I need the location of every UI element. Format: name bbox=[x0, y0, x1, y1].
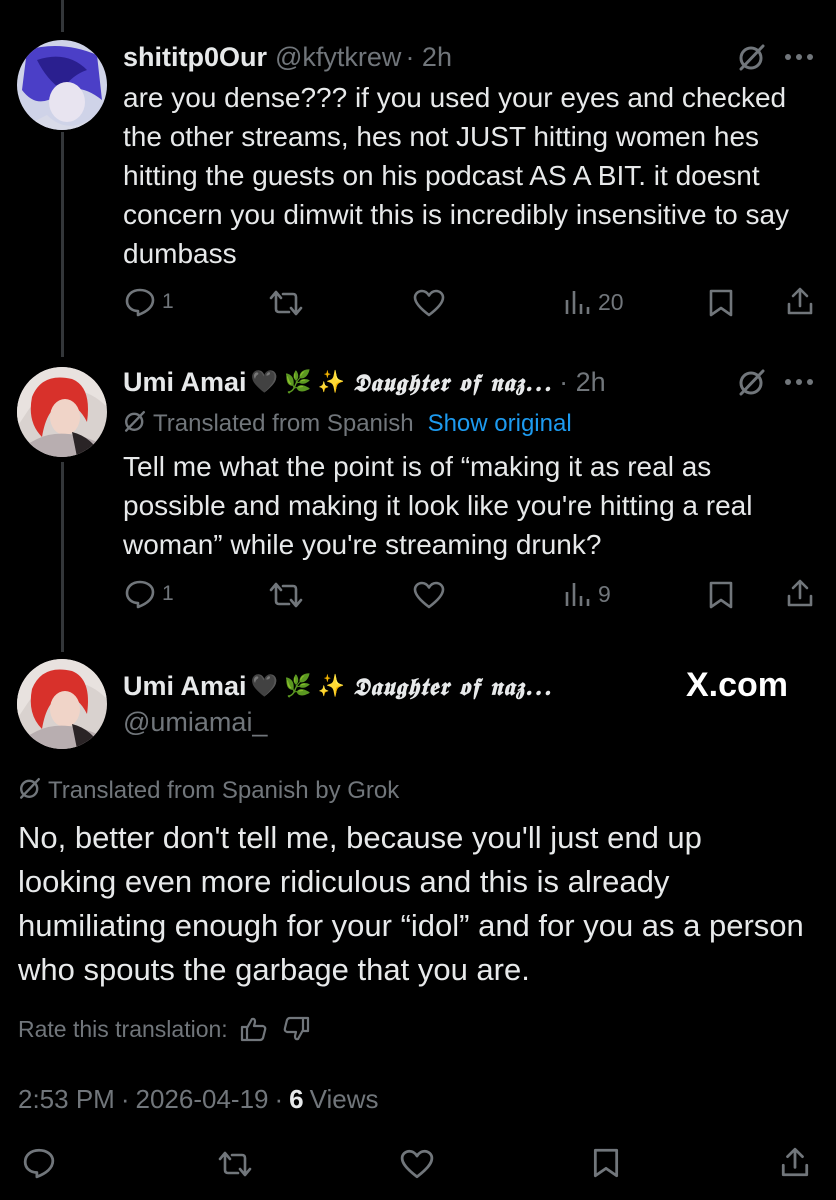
main-text: No, better don't tell me, because you'll… bbox=[18, 820, 804, 987]
reply1-share-button[interactable] bbox=[786, 286, 814, 316]
reply2-views-button[interactable]: 9 bbox=[564, 580, 611, 608]
reply2-share-button[interactable] bbox=[786, 578, 814, 608]
reply2-name-fancy: 𝕯𝖆𝖚𝖌𝖍𝖙𝖊𝖗 𝖔𝖋 𝖓𝖆𝖟... bbox=[352, 367, 554, 397]
main-header: Umi Amai 🖤 🌿 ✨ 𝕯𝖆𝖚𝖌𝖍𝖙𝖊𝖗 𝖔𝖋 𝖓𝖆𝖟... bbox=[123, 668, 553, 704]
reply1-like-button[interactable] bbox=[413, 289, 445, 317]
retweet-icon bbox=[218, 1149, 252, 1179]
bookmark-icon bbox=[708, 288, 734, 318]
meta-separator: · bbox=[274, 1083, 284, 1114]
reply-icon bbox=[124, 579, 156, 609]
thread-line-reply1 bbox=[61, 132, 64, 357]
retweet-icon bbox=[269, 581, 303, 609]
reply2-reply-button[interactable]: 1 bbox=[124, 579, 174, 609]
x-watermark: X.com bbox=[686, 666, 789, 704]
rate-translation-label: Rate this translation: bbox=[18, 1015, 228, 1042]
retweet-icon bbox=[269, 289, 303, 317]
reply1-reply-count: 1 bbox=[162, 290, 174, 313]
bookmark-icon bbox=[708, 580, 734, 610]
thumbs-up-icon[interactable] bbox=[240, 1016, 268, 1042]
reply2-header: Umi Amai 🖤 🌿 ✨ 𝕯𝖆𝖚𝖌𝖍𝖙𝖊𝖗 𝖔𝖋 𝖓𝖆𝖟... · 2h bbox=[123, 364, 606, 400]
thread-line-reply2 bbox=[61, 462, 64, 652]
translate-icon bbox=[123, 409, 147, 440]
grok-icon[interactable] bbox=[737, 367, 767, 397]
avatar-reply1[interactable] bbox=[17, 40, 107, 130]
reply-icon bbox=[22, 1147, 56, 1179]
meta-separator: · bbox=[120, 1083, 130, 1114]
like-icon bbox=[400, 1149, 434, 1179]
reply1-handle[interactable]: @kfytkrew bbox=[275, 42, 401, 73]
share-icon bbox=[786, 286, 814, 316]
reply1-header: shititp0Our @kfytkrew · 2h bbox=[123, 40, 452, 74]
main-name-emojis: 🖤 🌿 ✨ bbox=[250, 673, 345, 698]
main-share-button[interactable] bbox=[780, 1146, 810, 1178]
main-reply-button[interactable] bbox=[22, 1147, 56, 1179]
rate-translation-row: Rate this translation: bbox=[18, 1012, 310, 1046]
reply1-time[interactable]: · 2h bbox=[405, 42, 452, 73]
main-time[interactable]: 2:53 PM bbox=[18, 1084, 115, 1115]
reply2-bookmark-button[interactable] bbox=[708, 580, 734, 610]
reply1-bookmark-button[interactable] bbox=[708, 288, 734, 318]
reply2-name-emojis: 🖤 🌿 ✨ bbox=[250, 369, 345, 394]
main-translated-label: Translated from Spanish by Grok bbox=[48, 777, 400, 804]
reply1-reply-button[interactable]: 1 bbox=[124, 287, 174, 317]
bookmark-icon bbox=[592, 1147, 620, 1179]
avatar-reply2[interactable] bbox=[17, 367, 107, 457]
main-handle[interactable]: @umiamai_ bbox=[123, 707, 267, 738]
views-icon bbox=[564, 288, 592, 316]
thumbs-down-icon[interactable] bbox=[282, 1016, 310, 1042]
more-icon[interactable] bbox=[784, 53, 814, 61]
main-name-fancy: 𝕯𝖆𝖚𝖌𝖍𝖙𝖊𝖗 𝖔𝖋 𝖓𝖆𝖟... bbox=[352, 671, 554, 701]
share-icon bbox=[786, 578, 814, 608]
grok-icon[interactable] bbox=[737, 42, 767, 72]
reply2-translated-label: Translated from Spanish bbox=[153, 410, 414, 437]
reply1-view-count: 20 bbox=[598, 288, 624, 315]
main-translation-row: Translated from Spanish by Grok bbox=[18, 775, 399, 807]
reply2-translation-row: Translated from Spanish Show original bbox=[123, 408, 572, 440]
main-bookmark-button[interactable] bbox=[592, 1147, 620, 1179]
reply2-like-button[interactable] bbox=[413, 581, 445, 609]
main-display-name[interactable]: Umi Amai bbox=[123, 671, 247, 702]
share-icon bbox=[780, 1146, 810, 1178]
reply2-retweet-button[interactable] bbox=[269, 581, 303, 609]
reply1-retweet-button[interactable] bbox=[269, 289, 303, 317]
reply2-display-name[interactable]: Umi Amai bbox=[123, 367, 247, 398]
reply1-views-button[interactable]: 20 bbox=[564, 288, 624, 316]
thread-line-top bbox=[61, 0, 64, 32]
reply1-display-name[interactable]: shititp0Our bbox=[123, 42, 267, 73]
main-date[interactable]: 2026-04-19 bbox=[136, 1084, 269, 1115]
views-icon bbox=[564, 580, 592, 608]
reply2-time[interactable]: · 2h bbox=[559, 367, 606, 398]
reply2-view-count: 9 bbox=[598, 580, 611, 607]
reply1-text: are you dense??? if you used your eyes a… bbox=[123, 82, 790, 269]
main-retweet-button[interactable] bbox=[218, 1149, 252, 1179]
more-icon[interactable] bbox=[784, 378, 814, 386]
show-original-link[interactable]: Show original bbox=[428, 410, 572, 438]
like-icon bbox=[413, 581, 445, 609]
reply2-reply-count: 1 bbox=[162, 582, 174, 605]
main-like-button[interactable] bbox=[400, 1149, 434, 1179]
main-meta-row: 2:53 PM · 2026-04-19 · 6 Views bbox=[18, 1082, 379, 1116]
like-icon bbox=[413, 289, 445, 317]
reply2-text: Tell me what the point is of “making it … bbox=[123, 451, 753, 560]
avatar-main[interactable] bbox=[17, 659, 107, 749]
main-views-count: 6 bbox=[289, 1083, 304, 1114]
translate-icon bbox=[18, 776, 42, 807]
reply-icon bbox=[124, 287, 156, 317]
main-views-label: Views bbox=[309, 1083, 379, 1114]
